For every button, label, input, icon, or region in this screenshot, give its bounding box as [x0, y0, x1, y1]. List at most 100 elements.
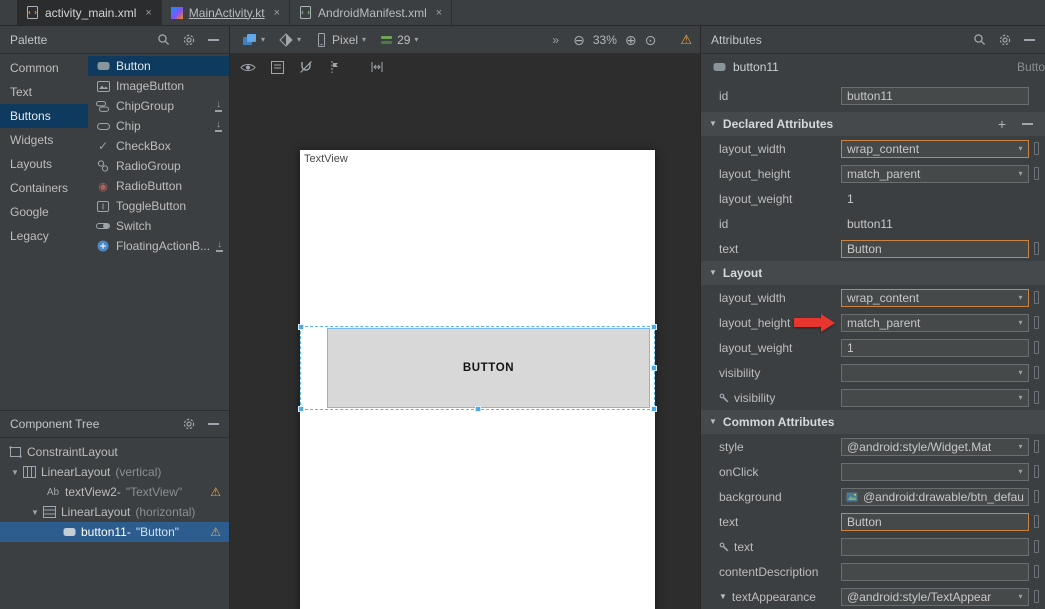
section-common-attributes[interactable]: ▼ Common Attributes — [701, 410, 1045, 434]
view-options-eye-icon[interactable] — [240, 62, 256, 73]
tab-mainactivity-kt[interactable]: MainActivity.kt × — [162, 0, 290, 25]
component-switch[interactable]: Switch — [88, 216, 229, 236]
tree-item-linearlayout-horizontal[interactable]: ▼ LinearLayout (horizontal) — [0, 502, 229, 522]
hide-panel-icon[interactable] — [208, 39, 219, 41]
pin-toggle-icon[interactable] — [1034, 316, 1039, 329]
onclick-combo[interactable]: ▾ — [841, 463, 1029, 481]
canvas-button[interactable]: BUTTON — [327, 328, 650, 408]
search-icon[interactable] — [157, 33, 170, 46]
text-field[interactable]: Button — [841, 240, 1029, 258]
section-declared-attributes[interactable]: ▼ Declared Attributes + — [701, 112, 1045, 136]
category-google[interactable]: Google — [0, 200, 88, 224]
chevron-down-icon[interactable]: ▼ — [28, 508, 42, 517]
design-canvas[interactable]: TextView BUTTON — [230, 54, 700, 609]
textappearance-combo[interactable]: @android:style/TextAppear▾ — [841, 588, 1029, 606]
layout-height-combo[interactable]: match_parent▾ — [841, 314, 1029, 332]
component-chip[interactable]: Chip ↓ — [88, 116, 229, 136]
background-field[interactable]: @android:drawable/btn_defau — [841, 488, 1029, 506]
tab-activity-main-xml[interactable]: activity_main.xml × — [17, 0, 162, 25]
orientation-selector[interactable]: ▾ — [279, 33, 301, 47]
guidelines-icon[interactable] — [328, 60, 340, 74]
component-togglebutton[interactable]: ToggleButton — [88, 196, 229, 216]
pin-toggle-icon[interactable] — [1034, 540, 1039, 553]
selection-outline[interactable]: BUTTON — [300, 326, 655, 410]
surface-mode-selector[interactable]: ▾ — [242, 33, 265, 47]
pin-toggle-icon[interactable] — [1034, 565, 1039, 578]
pin-toggle-icon[interactable] — [1034, 465, 1039, 478]
component-button[interactable]: Button — [88, 56, 229, 76]
resize-handle[interactable] — [651, 406, 657, 412]
category-common[interactable]: Common — [0, 56, 88, 80]
layout-weight-field[interactable]: 1 — [841, 339, 1029, 357]
category-buttons[interactable]: Buttons — [0, 104, 88, 128]
pin-toggle-icon[interactable] — [1034, 391, 1039, 404]
component-radiogroup[interactable]: RadioGroup — [88, 156, 229, 176]
section-layout[interactable]: ▼ Layout — [701, 261, 1045, 285]
pin-toggle-icon[interactable] — [1034, 242, 1039, 255]
layout-height-combo[interactable]: match_parent▾ — [841, 165, 1029, 183]
resize-handle[interactable] — [298, 406, 304, 412]
resize-handle[interactable] — [475, 406, 481, 412]
hide-panel-icon[interactable] — [1024, 39, 1035, 41]
tools-text-field[interactable] — [841, 538, 1029, 556]
resize-handle[interactable] — [298, 324, 304, 330]
api-level-selector[interactable]: 29 ▾ — [380, 33, 418, 47]
pin-toggle-icon[interactable] — [1034, 142, 1039, 155]
gear-icon[interactable] — [182, 33, 196, 47]
resize-handle[interactable] — [651, 365, 657, 371]
component-imagebutton[interactable]: ImageButton — [88, 76, 229, 96]
pin-toggle-icon[interactable] — [1034, 590, 1039, 603]
canvas-textview[interactable]: TextView — [304, 153, 348, 165]
layout-width-combo[interactable]: wrap_content▾ — [841, 140, 1029, 158]
zoom-to-fit-icon[interactable]: ⊙ — [645, 33, 657, 47]
gear-icon[interactable] — [998, 33, 1012, 47]
category-layouts[interactable]: Layouts — [0, 152, 88, 176]
magnet-off-icon[interactable] — [299, 60, 313, 74]
category-containers[interactable]: Containers — [0, 176, 88, 200]
distribute-icon[interactable] — [370, 61, 384, 73]
zoom-in-icon[interactable]: ⊕ — [625, 33, 637, 47]
tree-item-linearlayout-vertical[interactable]: ▼ LinearLayout (vertical) — [0, 462, 229, 482]
tree-item-textview2[interactable]: Ab textView2- "TextView" ⚠ — [0, 482, 229, 502]
warning-icon[interactable]: ⚠ — [680, 33, 692, 46]
component-floatingactionbutton[interactable]: FloatingActionB... ↓ — [88, 236, 229, 256]
device-selector[interactable]: Pixel ▾ — [315, 33, 366, 47]
close-tab-icon[interactable]: × — [436, 7, 442, 19]
category-widgets[interactable]: Widgets — [0, 128, 88, 152]
id-field[interactable]: button11 — [841, 87, 1029, 105]
hide-panel-icon[interactable] — [208, 423, 219, 425]
component-chipgroup[interactable]: ChipGroup ↓ — [88, 96, 229, 116]
download-icon[interactable]: ↓ — [216, 240, 223, 252]
category-legacy[interactable]: Legacy — [0, 224, 88, 248]
add-attribute-icon[interactable]: + — [998, 117, 1006, 131]
blueprint-toggle-icon[interactable] — [271, 61, 284, 74]
component-radiobutton[interactable]: ◉ RadioButton — [88, 176, 229, 196]
layout-weight-value[interactable]: 1 — [841, 192, 854, 206]
tree-item-button11[interactable]: button11- "Button" ⚠ — [0, 522, 229, 542]
pin-toggle-icon[interactable] — [1034, 366, 1039, 379]
download-icon[interactable]: ↓ — [215, 120, 222, 132]
layout-width-combo[interactable]: wrap_content▾ — [841, 289, 1029, 307]
search-icon[interactable] — [973, 33, 986, 46]
category-text[interactable]: Text — [0, 80, 88, 104]
tools-visibility-combo[interactable]: ▾ — [841, 389, 1029, 407]
pin-toggle-icon[interactable] — [1034, 291, 1039, 304]
style-combo[interactable]: @android:style/Widget.Mat▾ — [841, 438, 1029, 456]
pin-toggle-icon[interactable] — [1034, 167, 1039, 180]
contentdescription-field[interactable] — [841, 563, 1029, 581]
close-tab-icon[interactable]: × — [145, 7, 151, 19]
remove-attribute-icon[interactable] — [1022, 123, 1033, 125]
tab-androidmanifest-xml[interactable]: AndroidManifest.xml × — [290, 0, 452, 25]
zoom-out-icon[interactable]: ⊖ — [573, 33, 585, 47]
pin-toggle-icon[interactable] — [1034, 490, 1039, 503]
pin-toggle-icon[interactable] — [1034, 515, 1039, 528]
pin-toggle-icon[interactable] — [1034, 341, 1039, 354]
resize-handle[interactable] — [651, 324, 657, 330]
text-field[interactable]: Button — [841, 513, 1029, 531]
id-value[interactable]: button11 — [841, 217, 893, 231]
visibility-combo[interactable]: ▾ — [841, 364, 1029, 382]
tree-item-constraintlayout[interactable]: ConstraintLayout — [0, 442, 229, 462]
pin-toggle-icon[interactable] — [1034, 440, 1039, 453]
gear-icon[interactable] — [182, 417, 196, 431]
download-icon[interactable]: ↓ — [215, 100, 222, 112]
